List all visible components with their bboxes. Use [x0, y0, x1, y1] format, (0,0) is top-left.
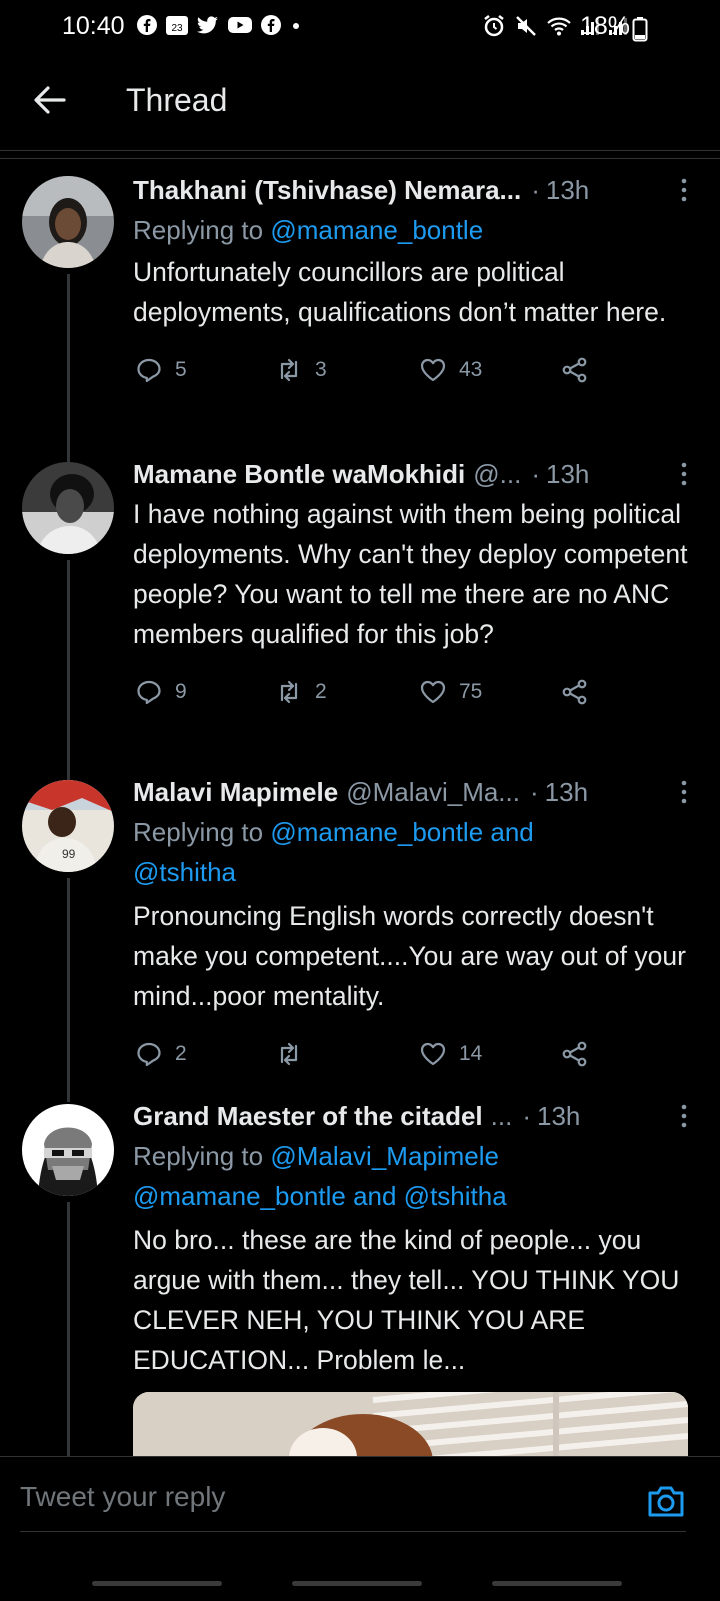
author-handle[interactable]: @Malavi_Ma...	[346, 777, 520, 808]
like-button[interactable]: 43	[419, 350, 482, 390]
heart-icon	[420, 1042, 446, 1066]
replying-to: Replying to @mamane_bontle and @tshitha	[133, 817, 534, 887]
retweet-button[interactable]: 2	[275, 672, 327, 712]
replying-to: Replying to @mamane_bontle	[133, 215, 484, 245]
reply-icon	[137, 358, 161, 383]
more-options-icon[interactable]	[674, 778, 694, 808]
retweet-count: 3	[315, 358, 327, 381]
share-icon	[562, 1041, 587, 1067]
mention-link[interactable]: @tshitha	[133, 857, 236, 887]
tweet-time: 13h	[545, 174, 590, 205]
mention-link[interactable]: @mamane_bontle and @tshitha	[133, 1181, 507, 1211]
calendar-day: 23	[171, 23, 183, 34]
share-button[interactable]	[561, 1034, 589, 1074]
tweet-text: I have nothing against with them being p…	[133, 499, 688, 649]
like-button[interactable]: 14	[419, 1034, 482, 1074]
thread-line	[67, 300, 70, 456]
nav-gesture-bar	[292, 1581, 422, 1586]
tweet-actions: 2 14	[133, 1034, 688, 1074]
tweet-media-image[interactable]	[133, 1392, 688, 1462]
share-button[interactable]	[561, 350, 589, 390]
tweet-time: 13h	[546, 458, 590, 489]
author-name[interactable]: Grand Maester of the citadel	[133, 1101, 483, 1132]
facebook-icon-2	[261, 15, 281, 35]
reply-button[interactable]: 5	[135, 350, 187, 390]
twitter-icon	[197, 16, 218, 34]
heart-icon	[420, 680, 446, 704]
status-bar: 10:40 23 18%	[0, 0, 720, 56]
tweet-text: Pronouncing English words correctly does…	[133, 901, 686, 1011]
back-arrow-icon[interactable]	[28, 78, 72, 122]
page-title: Thread	[126, 82, 228, 118]
divider	[0, 158, 720, 159]
replying-to: Replying to @Malavi_Mapimele @mamane_bont…	[133, 1141, 507, 1211]
tweet-text: Unfortunately councillors are political …	[133, 257, 667, 327]
avatar[interactable]: 99	[22, 780, 114, 872]
retweet-button[interactable]	[275, 1034, 315, 1074]
tweet-time: 13h	[537, 1100, 581, 1131]
like-count: 14	[459, 1042, 483, 1065]
avatar[interactable]	[22, 176, 114, 268]
wifi-icon	[547, 17, 571, 36]
reply-count: 2	[175, 1042, 187, 1065]
retweet-icon	[280, 1042, 298, 1066]
avatar[interactable]	[22, 462, 114, 554]
reply-button[interactable]: 2	[135, 1034, 187, 1074]
calendar-icon: 23	[166, 16, 188, 35]
facebook-icon	[137, 15, 157, 35]
author-name[interactable]: Mamane Bontle waMokhidi	[133, 459, 465, 490]
author-name[interactable]: Malavi Mapimele	[133, 777, 338, 808]
share-button[interactable]	[561, 672, 589, 712]
mention-link[interactable]: @Malavi_Mapimele	[270, 1141, 499, 1171]
tweet-actions: 5 3 43	[133, 350, 688, 390]
more-options-icon[interactable]	[674, 176, 694, 206]
tweet-time: 13h	[544, 776, 589, 807]
avatar[interactable]	[22, 1104, 114, 1196]
status-time: 10:40	[62, 12, 125, 40]
top-bar: Thread	[0, 56, 720, 151]
thread-line	[67, 560, 70, 780]
more-options-icon[interactable]	[674, 460, 694, 490]
reply-count: 5	[175, 358, 187, 381]
share-icon	[562, 679, 587, 705]
nav-gesture-bar	[492, 1581, 622, 1586]
author-handle[interactable]: @...	[473, 459, 521, 490]
alarm-icon	[484, 15, 504, 37]
youtube-icon	[228, 17, 252, 33]
like-count: 75	[459, 680, 483, 703]
author-name[interactable]: Thakhani (Tshivhase) Nemara...	[133, 175, 521, 206]
battery-icon	[632, 17, 648, 42]
share-icon	[562, 357, 587, 383]
battery-percent: 18%	[579, 12, 630, 40]
heart-icon	[420, 358, 446, 382]
reply-icon	[137, 680, 161, 705]
svg-text:99: 99	[62, 847, 76, 861]
retweet-icon	[280, 680, 298, 704]
notification-dot-icon	[293, 23, 299, 29]
retweet-count: 2	[315, 680, 327, 703]
mention-link[interactable]: @mamane_bontle and	[270, 817, 533, 847]
like-count: 43	[459, 358, 483, 381]
thread-line	[67, 1202, 70, 1462]
reply-bar: Tweet your reply	[0, 1456, 720, 1601]
camera-icon[interactable]	[646, 1481, 686, 1521]
author-handle[interactable]: ...	[491, 1101, 513, 1132]
more-options-icon[interactable]	[674, 1102, 694, 1132]
reply-count: 9	[175, 680, 187, 703]
retweet-button[interactable]: 3	[275, 350, 327, 390]
like-button[interactable]: 75	[419, 672, 482, 712]
reply-button[interactable]: 9	[135, 672, 187, 712]
reply-input[interactable]: Tweet your reply	[20, 1481, 225, 1513]
reply-icon	[137, 1042, 161, 1067]
mention-link[interactable]: @mamane_bontle	[270, 215, 483, 245]
tweet-actions: 9 2 75	[133, 672, 688, 712]
nav-gesture-bar	[92, 1581, 222, 1586]
thread-line	[67, 878, 70, 1102]
mute-icon	[516, 16, 536, 36]
reply-input-underline	[20, 1531, 686, 1532]
tweet-text: No bro... these are the kind of people..…	[133, 1225, 680, 1375]
retweet-icon	[280, 358, 298, 382]
